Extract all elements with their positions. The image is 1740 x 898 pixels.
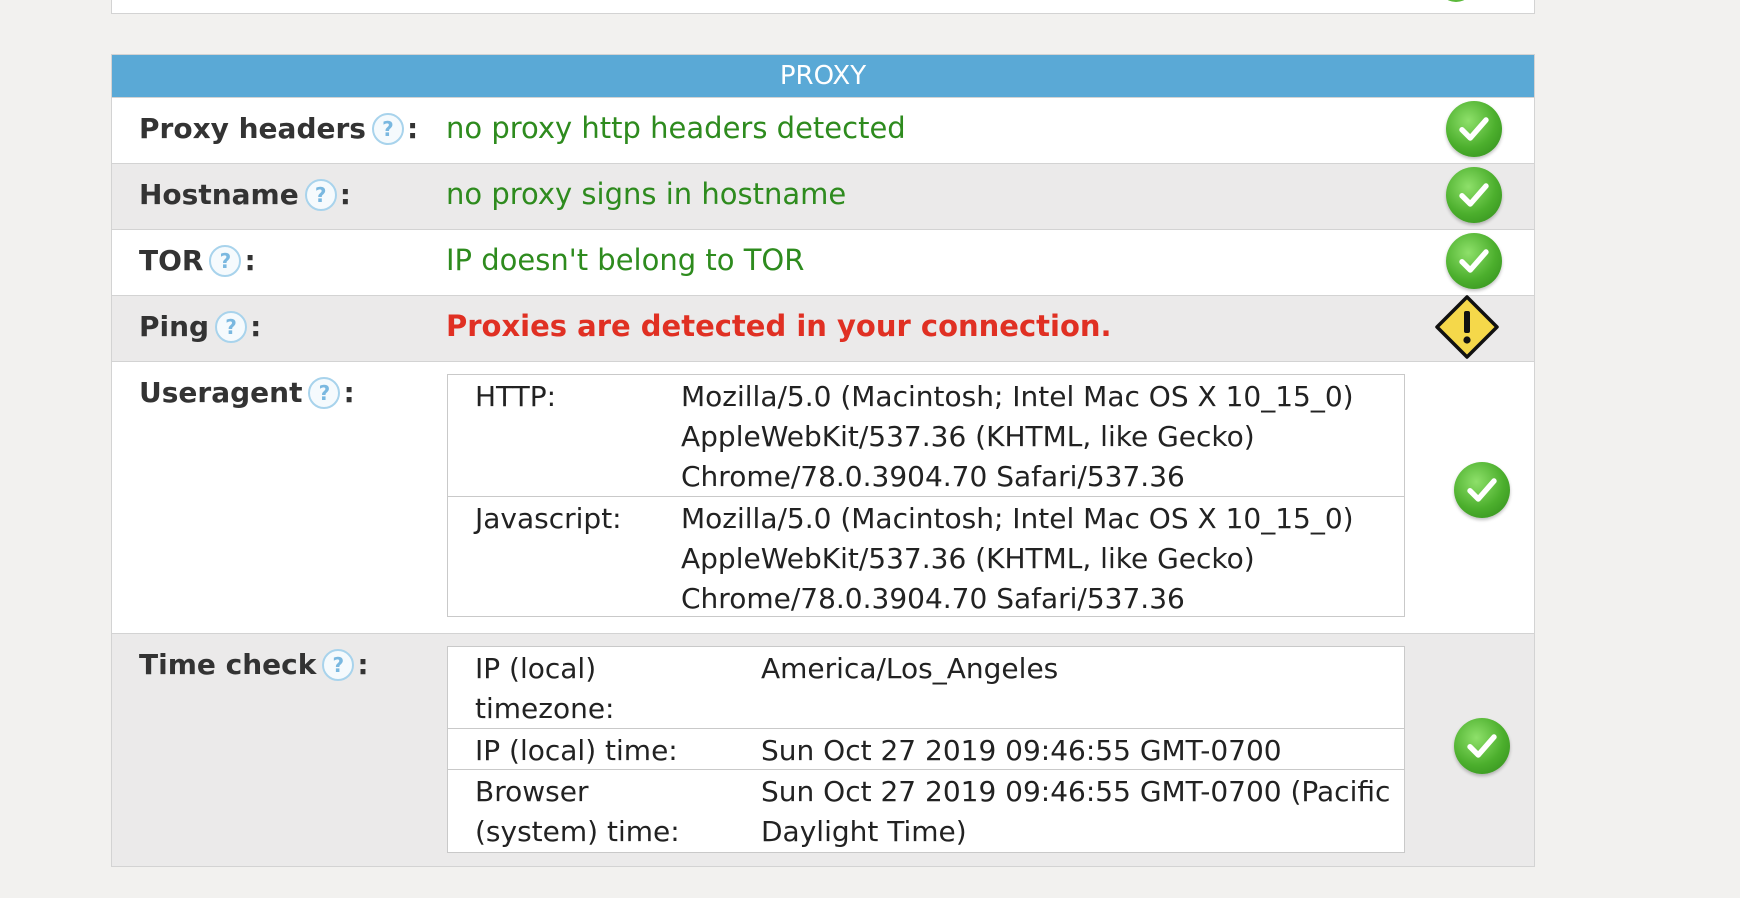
label-text: Proxy headers (139, 112, 366, 145)
value-line: Chrome/78.0.3904.70 Safari/537.36 (681, 582, 1185, 615)
row-tor: TOR ? : IP doesn't belong to TOR (112, 229, 1534, 295)
useragent-table: HTTP: Mozilla/5.0 (Macintosh; Intel Mac … (447, 374, 1405, 617)
row-value-warning: Proxies are detected in your connection. (446, 309, 1112, 343)
value-line: Sun Oct 27 2019 09:46:55 GMT-0700 (Pacif… (761, 775, 1391, 808)
check-circle-icon (1438, 0, 1474, 4)
proxy-panel: PROXY Proxy headers ? : no proxy http he… (111, 54, 1535, 867)
entry-value: Sun Oct 27 2019 09:46:55 GMT-0700 (761, 731, 1282, 771)
help-question-icon[interactable]: ? (209, 244, 242, 277)
check-circle-icon (1446, 233, 1502, 289)
entry-key: IP (local) time: (475, 731, 678, 771)
entry-value: Mozilla/5.0 (Macintosh; Intel Mac OS X 1… (681, 499, 1354, 619)
useragent-javascript: Javascript: Mozilla/5.0 (Macintosh; Inte… (448, 496, 1404, 616)
label-colon: : (406, 112, 419, 145)
panel-title: PROXY (112, 55, 1534, 97)
label-colon: : (244, 244, 256, 277)
label-colon: : (357, 648, 369, 681)
warning-diamond-icon (1434, 294, 1499, 359)
label-text: Ping (139, 310, 210, 343)
entry-value: America/Los_Angeles (761, 649, 1058, 689)
entry-key: Javascript: (475, 502, 622, 535)
label-colon: : (343, 376, 355, 409)
help-question-icon[interactable]: ? (215, 310, 248, 343)
row-value: no proxy http headers detected (446, 111, 906, 145)
time-entry-browser-time: Browser (system) time: Sun Oct 27 2019 0… (448, 769, 1404, 852)
help-question-icon[interactable]: ? (322, 648, 355, 681)
check-circle-icon (1446, 167, 1502, 223)
time-entry-ip-time: IP (local) time: Sun Oct 27 2019 09:46:5… (448, 728, 1404, 769)
help-question-icon[interactable]: ? (371, 112, 404, 145)
label-text: TOR (139, 244, 204, 277)
row-useragent: Useragent ? : HTTP: Mozilla/5.0 (Macinto… (112, 361, 1534, 633)
label-text: Time check (139, 648, 317, 681)
value-line: AppleWebKit/537.36 (KHTML, like Gecko) (681, 420, 1255, 453)
row-label: Proxy headers ? : (139, 112, 418, 145)
time-entry-timezone: IP (local) timezone: America/Los_Angeles (448, 647, 1404, 728)
row-hostname: Hostname ? : no proxy signs in hostname (112, 163, 1534, 229)
value-line: AppleWebKit/537.36 (KHTML, like Gecko) (681, 542, 1255, 575)
key-line: (system) time: (475, 815, 680, 848)
row-ping: Ping ? : Proxies are detected in your co… (112, 295, 1534, 361)
value-line: Chrome/78.0.3904.70 Safari/537.36 (681, 460, 1185, 493)
key-line: IP (local) time: (475, 734, 678, 767)
label-colon: : (339, 178, 351, 211)
entry-value: Mozilla/5.0 (Macintosh; Intel Mac OS X 1… (681, 377, 1354, 497)
value-line: Mozilla/5.0 (Macintosh; Intel Mac OS X 1… (681, 380, 1354, 413)
useragent-http: HTTP: Mozilla/5.0 (Macintosh; Intel Mac … (448, 375, 1404, 496)
key-line: IP (local) (475, 652, 597, 685)
value-line: Sun Oct 27 2019 09:46:55 GMT-0700 (761, 734, 1282, 767)
key-line: Browser (475, 775, 589, 808)
row-value: no proxy signs in hostname (446, 177, 847, 211)
value-line: Mozilla/5.0 (Macintosh; Intel Mac OS X 1… (681, 502, 1354, 535)
label-text: Useragent (139, 376, 303, 409)
entry-key: IP (local) timezone: (475, 649, 615, 729)
row-time-check: Time check ? : IP (local) timezone: Amer… (112, 633, 1534, 866)
key-line: timezone: (475, 692, 615, 725)
value-line: America/Los_Angeles (761, 652, 1059, 685)
label-text: Hostname (139, 178, 299, 211)
label-colon: : (250, 310, 262, 343)
check-circle-icon (1454, 718, 1510, 774)
row-label: Ping ? : (139, 310, 261, 343)
previous-panel-bottom (111, 0, 1535, 14)
help-question-icon[interactable]: ? (304, 178, 337, 211)
row-label: Time check ? : (139, 648, 369, 681)
entry-key: Browser (system) time: (475, 772, 680, 852)
row-label: Useragent ? : (139, 376, 355, 409)
row-proxy-headers: Proxy headers ? : no proxy http headers … (112, 97, 1534, 163)
row-value: IP doesn't belong to TOR (446, 243, 805, 277)
help-question-icon[interactable]: ? (308, 376, 341, 409)
time-check-table: IP (local) timezone: America/Los_Angeles… (447, 646, 1405, 853)
entry-value: Sun Oct 27 2019 09:46:55 GMT-0700 (Pacif… (761, 772, 1390, 852)
row-label: Hostname ? : (139, 178, 351, 211)
check-circle-icon (1446, 101, 1502, 157)
value-line: Daylight Time) (761, 815, 967, 848)
row-label: TOR ? : (139, 244, 256, 277)
entry-key: HTTP: (475, 380, 557, 413)
check-circle-icon (1454, 462, 1510, 518)
